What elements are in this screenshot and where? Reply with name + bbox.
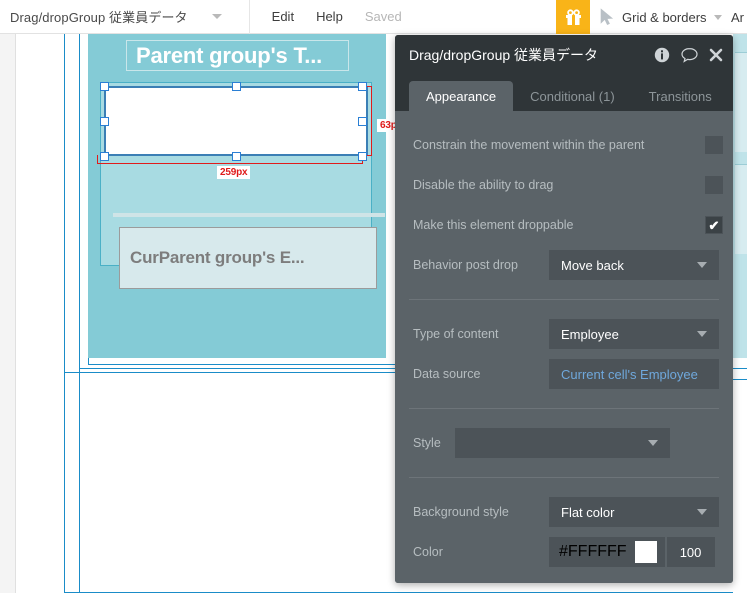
- measure-width-bracket: [97, 155, 363, 164]
- comment-glyph: [681, 47, 698, 63]
- color-opacity-field[interactable]: 100: [666, 537, 715, 567]
- droppable-checkbox[interactable]: ✔: [705, 216, 723, 234]
- dropzone-group-selected[interactable]: [104, 86, 368, 156]
- style-label: Style: [413, 436, 441, 450]
- panel-header: Drag/dropGroup 従業員データ: [395, 35, 733, 75]
- row-disable-drag: Disable the ability to drag: [395, 165, 733, 205]
- color-swatch[interactable]: [634, 541, 657, 563]
- chevron-down-icon: [697, 509, 707, 515]
- color-label: Color: [413, 545, 443, 559]
- employee-text-content: CurParent group's E...: [120, 248, 305, 268]
- background-value: Flat color: [561, 504, 615, 520]
- resize-handle-e[interactable]: [358, 117, 367, 126]
- sliver-line-a: [733, 368, 747, 369]
- datasource-label: Data source: [413, 367, 481, 381]
- left-gutter: [0, 34, 16, 593]
- help-menu[interactable]: Help: [294, 9, 343, 24]
- app-root: Drag/dropGroup 従業員データ Edit Help Saved Gr…: [0, 0, 747, 593]
- sliver-cell-a: [735, 52, 747, 152]
- background-select[interactable]: Flat color: [549, 497, 719, 527]
- row-background-style: Background style Flat color: [395, 492, 733, 532]
- color-hex-field[interactable]: #FFFFFF: [549, 537, 665, 567]
- disable-drag-label: Disable the ability to drag: [413, 178, 554, 192]
- sliver-line-b: [733, 379, 747, 380]
- chevron-down-icon[interactable]: [211, 14, 222, 19]
- resize-handle-n[interactable]: [232, 82, 241, 91]
- chevron-down-icon: [713, 14, 722, 20]
- chevron-down-icon: [697, 262, 707, 268]
- row-behavior-post-drop: Behavior post drop Move back: [395, 245, 733, 285]
- next-menu[interactable]: Ar: [731, 0, 744, 34]
- row-color: Color #FFFFFF 100: [395, 532, 733, 572]
- close-glyph: [709, 48, 723, 62]
- constrain-label: Constrain the movement within the parent: [413, 138, 645, 152]
- tab-transitions[interactable]: Transitions: [632, 81, 729, 111]
- background-label: Background style: [413, 505, 509, 519]
- employee-text-element[interactable]: CurParent group's E...: [119, 227, 377, 289]
- checkmark-icon: ✔: [708, 217, 720, 233]
- panel-title: Drag/dropGroup 従業員データ: [409, 47, 599, 63]
- group-title-text[interactable]: Parent group's T...: [126, 40, 349, 71]
- gift-glyph: [565, 8, 581, 25]
- top-toolbar: Drag/dropGroup 従業員データ Edit Help Saved Gr…: [0, 0, 747, 34]
- tab-appearance[interactable]: Appearance: [409, 81, 514, 111]
- cursor-glyph: [600, 8, 613, 25]
- comment-icon[interactable]: [681, 47, 698, 63]
- resize-handle-ne[interactable]: [358, 82, 367, 91]
- edit-menu[interactable]: Edit: [250, 9, 294, 24]
- resize-handle-sw[interactable]: [100, 152, 109, 161]
- employee-text-prefix: Cur: [130, 248, 159, 267]
- employee-text-label: Parent group's E...: [158, 248, 305, 267]
- canvas-right-sliver: [733, 34, 747, 593]
- resize-handle-s[interactable]: [232, 152, 241, 161]
- disable-drag-checkbox[interactable]: [705, 176, 723, 194]
- row-data-source: Data source Current cell's Employee: [395, 354, 733, 394]
- panel-tabs: Appearance Conditional (1) Transitions: [395, 75, 733, 111]
- saved-status: Saved: [364, 9, 402, 24]
- measure-width-label: 259px: [217, 166, 251, 179]
- type-select[interactable]: Employee: [549, 319, 719, 349]
- chevron-down-icon: [697, 331, 707, 337]
- info-icon[interactable]: [654, 47, 670, 63]
- grid-borders-dropdown[interactable]: Grid & borders: [622, 0, 722, 34]
- row-constrain-movement: Constrain the movement within the parent: [395, 125, 733, 165]
- cursor-pointer-icon[interactable]: [594, 0, 620, 34]
- behavior-select[interactable]: Move back: [549, 250, 719, 280]
- row-make-droppable: Make this element droppable ✔: [395, 205, 733, 245]
- resize-handle-se[interactable]: [358, 152, 367, 161]
- row-style: Style: [395, 423, 733, 463]
- color-controls: #FFFFFF 100: [549, 537, 715, 567]
- info-glyph: [654, 47, 670, 63]
- color-hex-value: #FFFFFF: [559, 543, 627, 560]
- gift-icon[interactable]: [556, 0, 590, 34]
- behavior-label: Behavior post drop: [413, 258, 518, 272]
- resize-handle-w[interactable]: [100, 117, 109, 126]
- droppable-label: Make this element droppable: [413, 218, 574, 232]
- close-icon[interactable]: [709, 48, 723, 62]
- cell-separator: [113, 213, 385, 217]
- style-select[interactable]: [455, 428, 670, 458]
- grid-borders-label: Grid & borders: [622, 9, 707, 25]
- type-value: Employee: [561, 326, 619, 342]
- property-editor-panel[interactable]: Drag/dropGroup 従業員データ Appearance Conditi…: [395, 35, 733, 583]
- type-label: Type of content: [413, 327, 499, 341]
- datasource-value[interactable]: Current cell's Employee: [549, 359, 719, 389]
- constrain-checkbox[interactable]: [705, 136, 723, 154]
- row-type-of-content: Type of content Employee: [395, 314, 733, 354]
- chevron-down-icon: [648, 440, 658, 446]
- sliver-cell-b: [735, 164, 747, 254]
- behavior-value: Move back: [561, 257, 624, 273]
- app-title: Drag/dropGroup 従業員データ: [10, 10, 188, 25]
- tab-conditional[interactable]: Conditional (1): [513, 81, 632, 111]
- resize-handle-nw[interactable]: [100, 82, 109, 91]
- panel-body: Constrain the movement within the parent…: [395, 111, 733, 583]
